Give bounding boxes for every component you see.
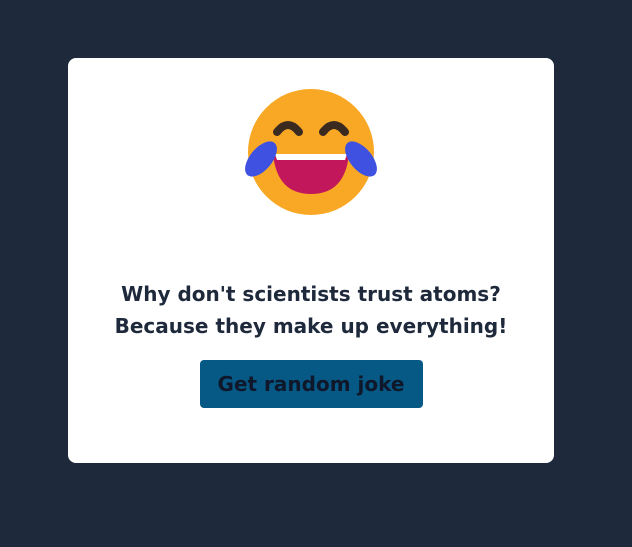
joke-card: Why don't scientists trust atoms? Becaus… [68,58,554,463]
joke-text: Why don't scientists trust atoms? Becaus… [114,282,508,338]
tears-of-joy-emoji-icon [245,89,377,215]
get-random-joke-button[interactable]: Get random joke [199,360,423,408]
